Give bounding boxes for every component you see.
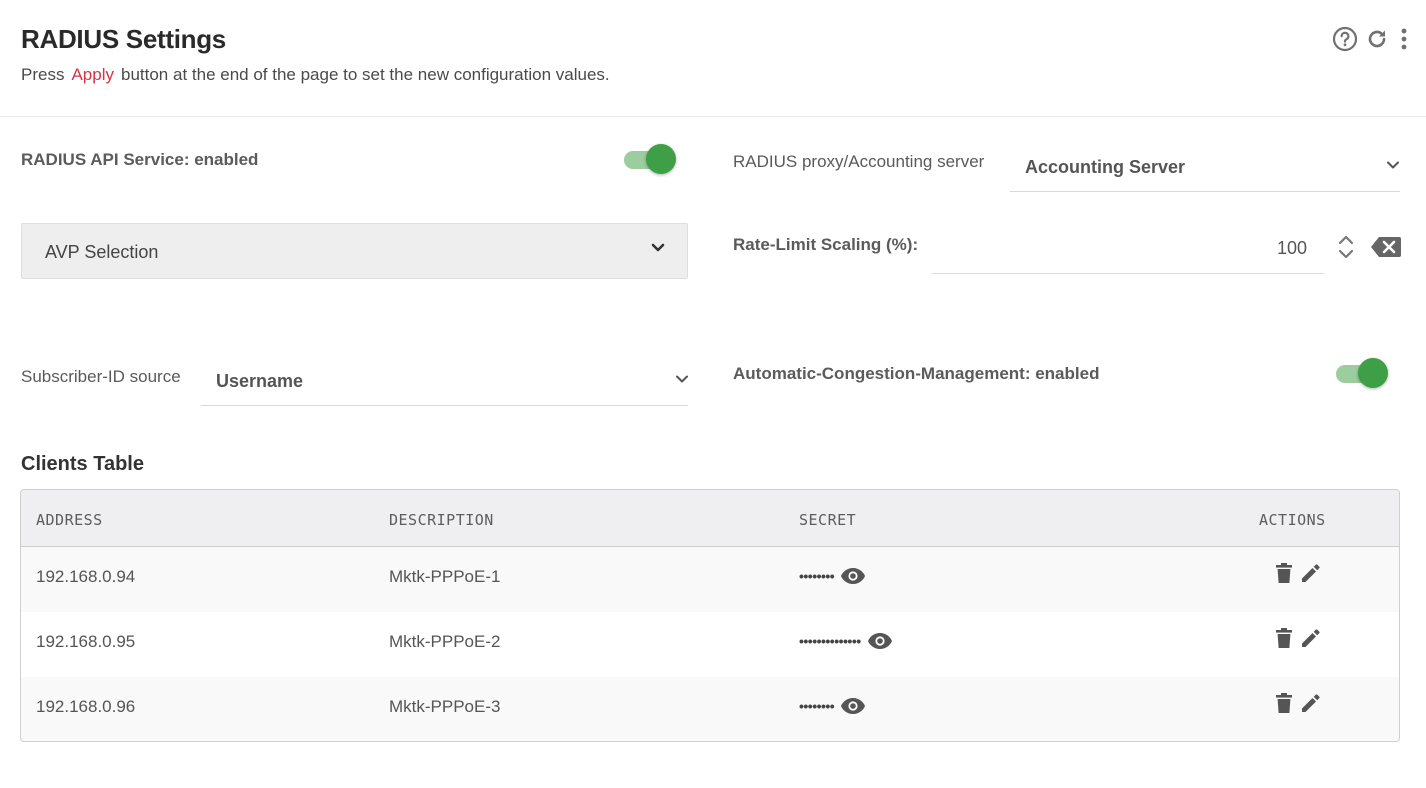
secret-masked: •••••••• — [799, 568, 835, 584]
client-address: 192.168.0.96 — [36, 697, 136, 716]
column-header-address[interactable]: ADDRESS — [36, 511, 103, 529]
client-description: Mktk-PPPoE-1 — [389, 567, 501, 586]
secret-masked: •••••••••••••• — [799, 633, 861, 649]
table-row: 192.168.0.94 Mktk-PPPoE-1 •••••••• — [21, 547, 1399, 612]
toggle-knob — [1358, 358, 1388, 388]
header-actions — [1332, 26, 1412, 52]
chevron-down-icon — [675, 372, 689, 391]
eye-icon[interactable] — [840, 697, 866, 715]
congestion-label: Automatic-Congestion-Management: enabled — [733, 364, 1100, 383]
page-subtitle: Press Apply button at the end of the page … — [21, 65, 610, 85]
row-actions — [1276, 693, 1320, 713]
table-header: ADDRESS DESCRIPTION SECRET ACTIONS — [21, 490, 1399, 547]
subtitle-text-pre: Press — [21, 65, 65, 84]
subscriber-id-label: Subscriber-ID source — [21, 367, 181, 386]
clients-table: ADDRESS DESCRIPTION SECRET ACTIONS 192.1… — [20, 489, 1400, 742]
client-secret: •••••••••••••• — [799, 632, 893, 650]
avp-selection-dropdown[interactable]: AVP Selection — [21, 223, 688, 279]
proxy-select[interactable]: Accounting Server — [1010, 140, 1400, 192]
radius-api-toggle[interactable] — [622, 142, 678, 176]
subtitle-text-post: button at the end of the page to set the… — [121, 65, 610, 84]
secret-masked: •••••••• — [799, 698, 835, 714]
table-row: 192.168.0.95 Mktk-PPPoE-2 •••••••••••••• — [21, 612, 1399, 677]
eye-icon[interactable] — [867, 632, 893, 650]
subscriber-id-select[interactable]: Username — [201, 354, 688, 406]
row-actions — [1276, 563, 1320, 583]
congestion-toggle[interactable] — [1334, 356, 1390, 390]
more-vertical-icon[interactable] — [1396, 26, 1412, 52]
clients-table-title: Clients Table — [21, 453, 144, 475]
rate-limit-label: Rate-Limit Scaling (%): — [733, 235, 919, 254]
backspace-clear-icon[interactable] — [1371, 237, 1401, 262]
proxy-label: RADIUS proxy/Accounting server — [733, 152, 985, 171]
trash-icon[interactable] — [1276, 628, 1292, 648]
help-circle-icon[interactable] — [1332, 26, 1358, 52]
column-header-actions: ACTIONS — [1259, 511, 1326, 529]
client-description: Mktk-PPPoE-2 — [389, 632, 501, 651]
chevron-down-icon — [1386, 158, 1400, 177]
subscriber-id-value: Username — [216, 371, 304, 391]
rate-limit-value: 100 — [1276, 238, 1307, 258]
chevron-down-icon — [651, 241, 665, 260]
column-header-secret[interactable]: SECRET — [799, 511, 856, 529]
rate-limit-stepper[interactable] — [1335, 234, 1357, 260]
table-row: 192.168.0.96 Mktk-PPPoE-3 •••••••• — [21, 677, 1399, 741]
client-address: 192.168.0.94 — [36, 567, 136, 586]
page-title: RADIUS Settings — [21, 24, 226, 54]
toggle-knob — [646, 144, 676, 174]
rate-limit-input[interactable]: 100 — [932, 222, 1324, 274]
avp-selection-label: AVP Selection — [45, 242, 159, 262]
radius-api-label: RADIUS API Service: enabled — [21, 150, 259, 169]
trash-icon[interactable] — [1276, 563, 1292, 583]
client-description: Mktk-PPPoE-3 — [389, 697, 501, 716]
apply-highlight: Apply — [71, 65, 114, 84]
eye-icon[interactable] — [840, 567, 866, 585]
client-secret: •••••••• — [799, 697, 866, 715]
pencil-icon[interactable] — [1300, 693, 1320, 713]
row-actions — [1276, 628, 1320, 648]
client-secret: •••••••• — [799, 567, 866, 585]
client-address: 192.168.0.95 — [36, 632, 136, 651]
pencil-icon[interactable] — [1300, 628, 1320, 648]
page-header: RADIUS Settings Press Apply button at the … — [0, 0, 1426, 117]
pencil-icon[interactable] — [1300, 563, 1320, 583]
proxy-select-value: Accounting Server — [1025, 157, 1186, 177]
refresh-icon[interactable] — [1364, 26, 1390, 52]
column-header-description[interactable]: DESCRIPTION — [389, 511, 494, 529]
trash-icon[interactable] — [1276, 693, 1292, 713]
